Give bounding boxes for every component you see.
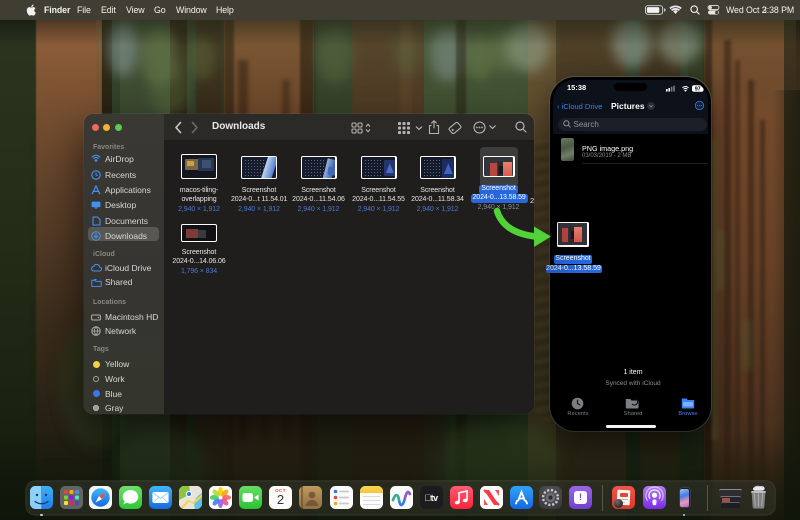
svg-text:97: 97 bbox=[695, 86, 701, 92]
